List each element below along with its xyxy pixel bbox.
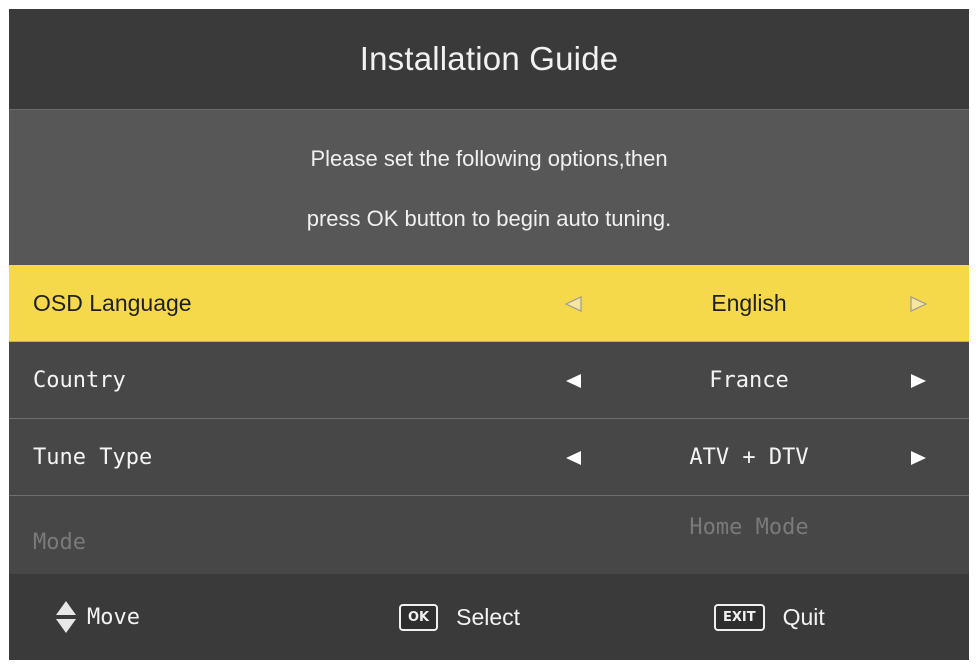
option-label: OSD Language	[33, 290, 192, 316]
instructions-line-1: Please set the following options,then	[310, 146, 668, 171]
option-label: Mode	[33, 530, 86, 555]
hint-quit-label: Quit	[782, 603, 825, 630]
ok-key-icon: OK	[399, 603, 439, 631]
left-triangle-icon[interactable]	[563, 294, 583, 314]
option-value: ATV + DTV	[689, 445, 809, 470]
option-osd-language[interactable]: OSD Language English	[9, 265, 969, 342]
option-value: France	[709, 368, 789, 393]
hint-select: OK Select	[399, 574, 520, 660]
hint-move: Move	[55, 574, 140, 660]
option-tune-type[interactable]: Tune Type ATV + DTV	[9, 419, 969, 496]
installation-guide-screen: Installation Guide Please set the follow…	[9, 9, 969, 660]
footer-hints: Move OK Select EXIT Quit	[9, 574, 969, 660]
right-triangle-icon[interactable]	[909, 448, 929, 468]
hint-quit: EXIT Quit	[714, 574, 825, 660]
option-country[interactable]: Country France	[9, 342, 969, 419]
instructions-panel: Please set the following options,then pr…	[9, 110, 969, 265]
hint-select-label: Select	[456, 603, 521, 630]
hint-move-label: Move	[87, 604, 140, 630]
exit-key-icon: EXIT	[714, 603, 765, 631]
instructions-line-2: press OK button to begin auto tuning.	[306, 206, 672, 231]
option-value: English	[711, 290, 787, 316]
left-triangle-icon[interactable]	[563, 448, 583, 468]
option-value: Home Mode	[689, 515, 809, 540]
right-triangle-icon[interactable]	[909, 371, 929, 391]
page-title: Installation Guide	[9, 9, 969, 110]
up-down-arrows-icon	[56, 601, 76, 633]
option-label: Country	[33, 368, 126, 393]
option-mode: Mode Home Mode	[9, 496, 969, 574]
right-triangle-icon[interactable]	[909, 294, 929, 314]
option-label: Tune Type	[33, 445, 153, 470]
left-triangle-icon[interactable]	[563, 371, 583, 391]
